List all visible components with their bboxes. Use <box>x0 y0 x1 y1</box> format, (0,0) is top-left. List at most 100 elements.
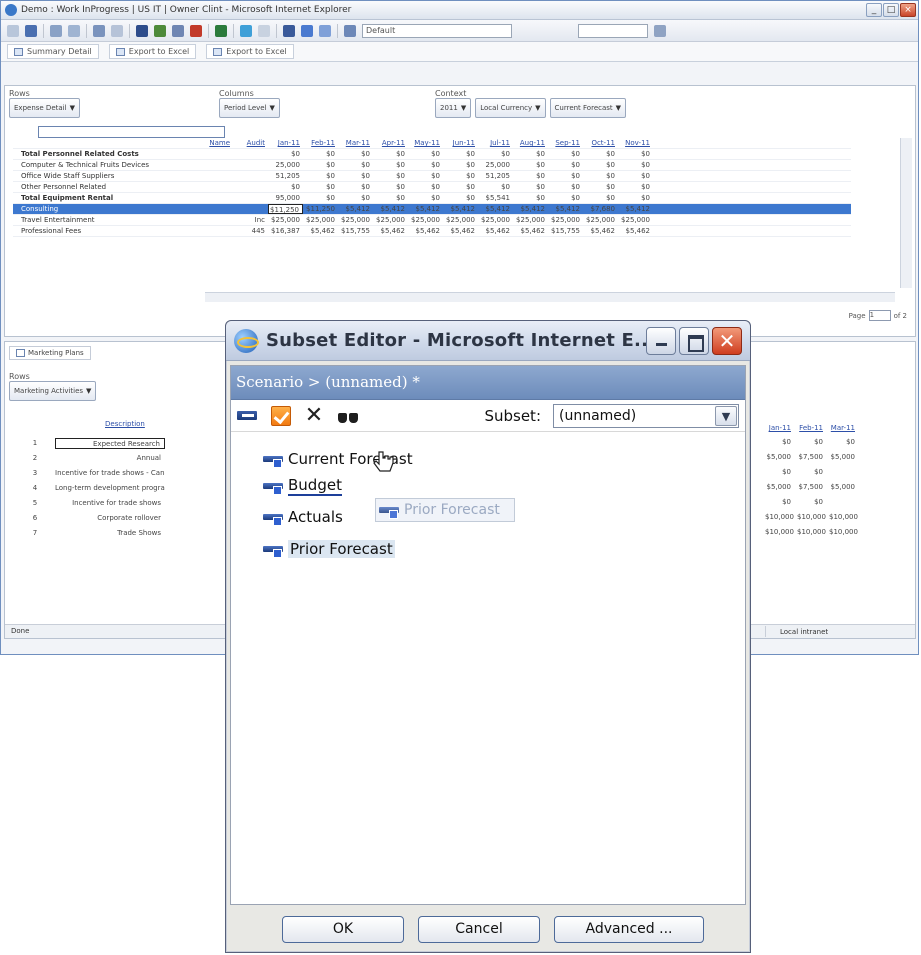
grid-cell[interactable]: $5,412 <box>373 204 408 214</box>
tab-summary-detail[interactable]: Summary Detail <box>7 44 99 59</box>
grid-cell[interactable]: $0 <box>443 171 478 181</box>
recalc-icon[interactable] <box>154 24 166 37</box>
grid-cell[interactable]: $0 <box>513 171 548 181</box>
grid-cell[interactable]: $25,000 <box>583 215 618 225</box>
grid-cell[interactable]: $5,000 <box>829 453 856 461</box>
redo-icon[interactable] <box>111 24 123 37</box>
grid-cell[interactable]: $0 <box>583 171 618 181</box>
grid-cell[interactable]: Inc <box>233 215 268 225</box>
column-header[interactable]: Aug-11 <box>513 138 548 148</box>
grid-row[interactable]: Total Personnel Related Costs $0 $0 $0 $0 $0 $… <box>13 149 851 160</box>
grid-cell[interactable]: $16,387 <box>268 226 303 236</box>
all-members-button[interactable] <box>237 407 259 425</box>
column-header[interactable]: Apr-11 <box>373 138 408 148</box>
grid-cell[interactable]: $0 <box>618 182 653 192</box>
column-header[interactable]: Nov-11 <box>618 138 653 148</box>
grid-cell[interactable] <box>233 204 268 214</box>
grid-cell[interactable]: $5,462 <box>408 226 443 236</box>
grid-cell[interactable]: $0 <box>373 193 408 203</box>
keep-selected-icon[interactable] <box>271 405 291 426</box>
secondary-select[interactable] <box>578 23 648 38</box>
grid-cell[interactable]: $0 <box>618 149 653 159</box>
grid-cell[interactable] <box>829 468 855 476</box>
grid-cell[interactable]: $0 <box>408 193 443 203</box>
grid-cell[interactable]: $0 <box>548 149 583 159</box>
column-header[interactable]: Feb-11 <box>797 424 823 432</box>
grid-cell[interactable]: $0 <box>338 171 373 181</box>
grid-cell[interactable] <box>233 160 268 170</box>
grid-cell[interactable]: $0 <box>583 193 618 203</box>
chevron-down-icon[interactable]: ▼ <box>715 405 737 426</box>
grid-cell[interactable] <box>198 171 233 181</box>
copy-icon[interactable] <box>50 24 62 37</box>
grid-cell[interactable]: 25,000 <box>268 160 303 170</box>
dialog-maximize-button[interactable] <box>679 326 709 355</box>
binoculars-icon[interactable] <box>337 407 359 425</box>
grid-cell[interactable]: $7,500 <box>797 483 824 491</box>
tab-export-1[interactable]: Export to Excel <box>108 44 197 59</box>
zoom-icon[interactable] <box>319 24 331 37</box>
excel-icon[interactable] <box>215 24 227 37</box>
grid-cell[interactable]: $0 <box>338 193 373 203</box>
grid-cell[interactable]: $25,000 <box>268 215 303 225</box>
grid-cell[interactable] <box>198 193 233 203</box>
lower-row[interactable]: 2 Annual <box>15 453 165 464</box>
grid-cell[interactable]: $0 <box>443 193 478 203</box>
grid-cell[interactable]: $0 <box>268 182 303 192</box>
grid-cell[interactable]: $5,000 <box>765 453 792 461</box>
grid-cell[interactable]: $10,000 <box>829 528 858 536</box>
lower-rows-chip[interactable]: Marketing Activities ▼ <box>9 381 97 401</box>
grid-cell[interactable]: $5,412 <box>513 204 548 214</box>
grid-cell[interactable]: $0 <box>443 149 478 159</box>
rows-dimension-chip[interactable]: Expense Detail ▼ <box>9 98 80 118</box>
lower-row[interactable]: 7 Trade Shows <box>15 528 165 539</box>
lower-row[interactable]: 6 Corporate rollover <box>15 513 165 524</box>
ok-button[interactable]: OK <box>282 915 404 943</box>
upper-horizontal-scrollbar[interactable] <box>205 292 895 302</box>
column-header[interactable]: Sep-11 <box>548 138 583 148</box>
row-header[interactable]: Total Personnel Related Costs <box>13 149 198 159</box>
grid-cell[interactable]: $15,755 <box>548 226 583 236</box>
grid-cell[interactable]: $0 <box>548 182 583 192</box>
grid-cell[interactable]: $25,000 <box>618 215 653 225</box>
columns-dimension-chip[interactable]: Period Level ▼ <box>219 98 280 118</box>
grid-cell[interactable]: 95,000 <box>268 193 303 203</box>
grid-cell[interactable]: $0 <box>513 149 548 159</box>
grid-cell[interactable]: $0 <box>513 193 548 203</box>
grid-cell[interactable] <box>198 204 233 214</box>
grid-cell[interactable]: $0 <box>408 182 443 192</box>
grid-cell[interactable]: $0 <box>583 160 618 170</box>
grid-cell[interactable]: $0 <box>797 498 823 506</box>
grid-cell[interactable]: $5,412 <box>443 204 478 214</box>
context-chip-year[interactable]: 2011 ▼ <box>435 98 472 118</box>
grid-cell[interactable]: $0 <box>548 193 583 203</box>
grid-cell[interactable]: $0 <box>373 160 408 170</box>
lower-row[interactable]: 3 Incentive for trade shows - Canada <box>15 468 165 479</box>
column-header[interactable]: Name <box>198 138 233 148</box>
grid-cell[interactable] <box>198 226 233 236</box>
grid-cell[interactable]: $10,000 <box>765 528 794 536</box>
grid-cell[interactable]: $10,000 <box>829 513 858 521</box>
undo-icon[interactable] <box>93 24 105 37</box>
grid-cell[interactable]: $0 <box>829 438 855 446</box>
nav-icon[interactable] <box>7 24 19 37</box>
grid-cell[interactable]: $0 <box>303 160 338 170</box>
grid-cell[interactable]: $0 <box>478 182 513 192</box>
grid-cell[interactable]: $5,000 <box>765 483 792 491</box>
grid-cell[interactable]: $0 <box>303 171 338 181</box>
upper-vertical-scrollbar[interactable] <box>900 138 912 288</box>
grid-cell[interactable]: $5,462 <box>478 226 513 236</box>
context-chip-currency[interactable]: Local Currency ▼ <box>475 98 546 118</box>
grid-cell[interactable]: $0 <box>583 149 618 159</box>
grid-cell[interactable]: $5,000 <box>829 483 856 491</box>
tab-marketing-plans[interactable]: Marketing Plans <box>9 346 91 360</box>
column-header[interactable]: Mar-11 <box>829 424 855 432</box>
grid-cell[interactable]: $0 <box>618 160 653 170</box>
grid-cell[interactable]: $25,000 <box>373 215 408 225</box>
grid-cell[interactable] <box>829 498 855 506</box>
grid-cell[interactable]: $0 <box>797 438 823 446</box>
ie-minimize-button[interactable]: _ <box>866 3 882 17</box>
member-actuals[interactable]: Actuals <box>263 508 343 526</box>
grid-cell[interactable]: $0 <box>548 171 583 181</box>
help-icon[interactable] <box>654 24 666 37</box>
